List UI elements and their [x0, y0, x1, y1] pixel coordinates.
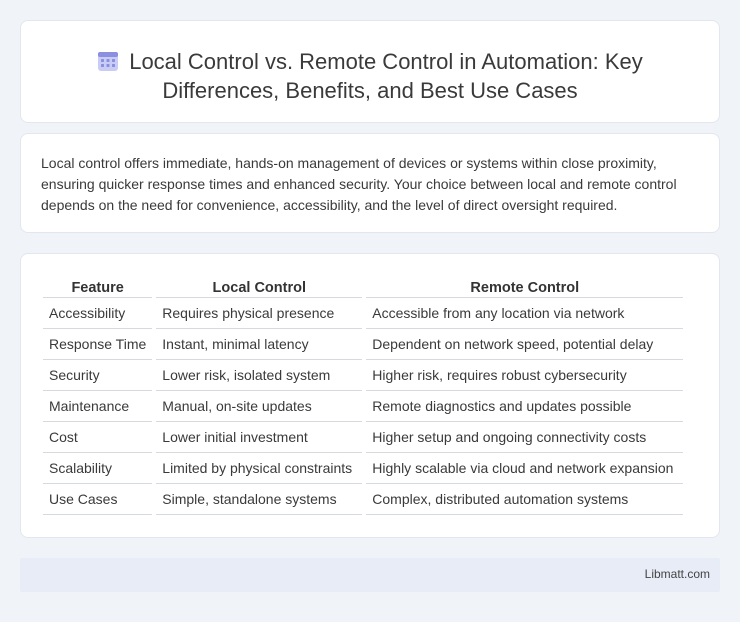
table-header-row: Feature Local Control Remote Control [43, 276, 684, 298]
feature-cell: Use Cases [43, 484, 153, 515]
feature-cell: Maintenance [43, 391, 153, 422]
feature-cell: Scalability [43, 453, 153, 484]
table-row: Security Lower risk, isolated system Hig… [43, 360, 684, 391]
footer-brand[interactable]: Libmatt.com [645, 567, 710, 581]
remote-cell: Highly scalable via cloud and network ex… [366, 453, 684, 484]
comparison-card: Feature Local Control Remote Control Acc… [20, 253, 720, 538]
remote-cell: Higher risk, requires robust cybersecuri… [366, 360, 684, 391]
local-cell: Instant, minimal latency [156, 329, 363, 360]
title-line-1: Local Control vs. Remote Control in Auto… [129, 49, 643, 74]
local-cell: Requires physical presence [156, 298, 363, 329]
feature-cell: Cost [43, 422, 153, 453]
local-cell: Lower initial investment [156, 422, 363, 453]
footer-bar: Libmatt.com [20, 558, 720, 592]
table-row: Response Time Instant, minimal latency D… [43, 329, 684, 360]
local-cell: Lower risk, isolated system [156, 360, 363, 391]
comparison-table: Feature Local Control Remote Control Acc… [43, 276, 684, 515]
header-feature: Feature [43, 276, 153, 298]
remote-cell: Dependent on network speed, potential de… [366, 329, 684, 360]
table-row: Use Cases Simple, standalone systems Com… [43, 484, 684, 515]
remote-cell: Higher setup and ongoing connectivity co… [366, 422, 684, 453]
header-remote-control: Remote Control [366, 276, 684, 298]
header-local-control: Local Control [156, 276, 363, 298]
table-row: Scalability Limited by physical constrai… [43, 453, 684, 484]
table-row: Maintenance Manual, on-site updates Remo… [43, 391, 684, 422]
remote-cell: Accessible from any location via network [366, 298, 684, 329]
remote-cell: Remote diagnostics and updates possible [366, 391, 684, 422]
page-title: Local Control vs. Remote Control in Auto… [21, 47, 719, 105]
local-cell: Simple, standalone systems [156, 484, 363, 515]
feature-cell: Accessibility [43, 298, 153, 329]
local-cell: Manual, on-site updates [156, 391, 363, 422]
intro-card: Local control offers immediate, hands-on… [20, 133, 720, 233]
title-line-2: Differences, Benefits, and Best Use Case… [162, 78, 578, 103]
feature-cell: Security [43, 360, 153, 391]
local-cell: Limited by physical constraints [156, 453, 363, 484]
intro-paragraph: Local control offers immediate, hands-on… [41, 155, 677, 213]
calendar-grid-icon [98, 52, 119, 71]
table-row: Cost Lower initial investment Higher set… [43, 422, 684, 453]
title-card: Local Control vs. Remote Control in Auto… [20, 20, 720, 123]
table-row: Accessibility Requires physical presence… [43, 298, 684, 329]
feature-cell: Response Time [43, 329, 153, 360]
remote-cell: Complex, distributed automation systems [366, 484, 684, 515]
